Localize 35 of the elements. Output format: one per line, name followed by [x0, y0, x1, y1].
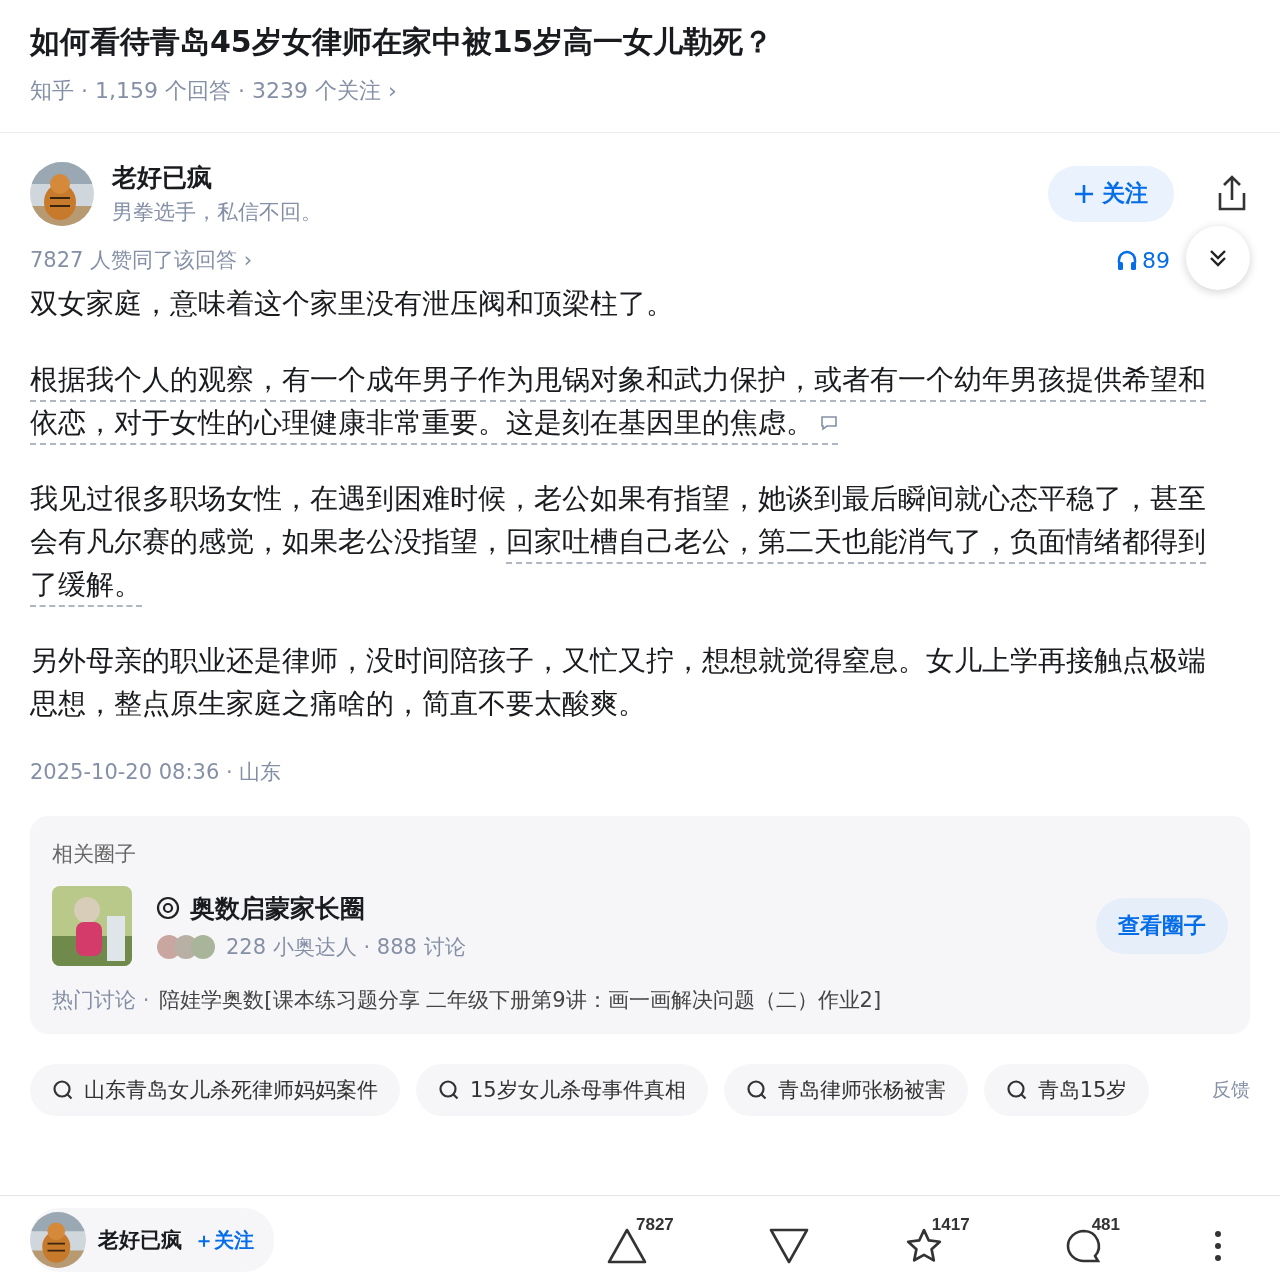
comment-icon[interactable]: [820, 414, 838, 432]
hot-label: 热门讨论 ·: [52, 987, 150, 1014]
hot-topic[interactable]: 陪娃学奥数[课本练习题分享 二年级下册第9讲：画一画解决问题（二）作业2]: [159, 986, 882, 1014]
collapse-button[interactable]: [1186, 226, 1250, 290]
headphones-icon[interactable]: [1116, 249, 1138, 271]
answer-paragraph: 另外母亲的职业还是律师，没时间陪孩子，又忙又拧，想想就觉得窒息。女儿上学再接触点极端思想，整点原生家庭之痛啥的，简直不要太酸爽。: [30, 643, 1207, 722]
search-chip[interactable]: 15岁女儿杀母事件真相: [416, 1064, 708, 1116]
author-bio: 男拳选手，私信不回。: [112, 199, 323, 226]
circle-stats: 228 小奥达人 · 888 讨论: [226, 933, 466, 961]
search-icon: [438, 1079, 460, 1101]
search-icon: [745, 1079, 768, 1101]
author-name[interactable]: 老好已疯: [112, 161, 1030, 194]
search-icon: [1005, 1079, 1028, 1101]
favorite-button[interactable]: 1417: [903, 1215, 970, 1265]
answer-paragraph: 根据我个人的观察，有一个成年男子作为甩锅对象和武力保护，或者有一个幼年男孩提供希望和依恋，对于女性的心理健康非常重要。这是刻在基因里的焦虑。: [30, 358, 1250, 444]
circle-name[interactable]: 奥数启蒙家长圈: [190, 891, 365, 925]
answer-time: 2025-10-20 08:36 · 山东: [30, 759, 283, 786]
upvote-button[interactable]: 7827: [605, 1215, 674, 1265]
search-icon: [52, 1079, 74, 1101]
view-circle-button[interactable]: 查看圈子: [1096, 898, 1228, 954]
comment-button[interactable]: 481: [1063, 1215, 1120, 1265]
author-name[interactable]: 老好已疯: [98, 1226, 182, 1254]
plus-icon: [1074, 183, 1094, 204]
follow-button[interactable]: 关注: [1048, 165, 1174, 222]
follow-link[interactable]: ＋关注: [194, 1226, 254, 1254]
answer-paragraph: 双女家庭，意味着这个家里没有泄压阀和顶梁柱了。: [30, 286, 675, 322]
author-avatar: [30, 1212, 86, 1268]
card-heading: 相关圈子: [52, 841, 137, 868]
question-title: 如何看待青岛45岁女律师在家中被15岁高一女儿勒死？: [30, 23, 775, 61]
circle-icon: [156, 896, 180, 920]
search-chip[interactable]: 青岛律师张杨被害: [723, 1064, 968, 1116]
search-chip[interactable]: 山东青岛女儿杀死律师妈妈案件: [30, 1064, 400, 1116]
answer-paragraph: 我见过很多职场女性，在遇到困难时候，老公如果有指望，她谈到最后瞬间就心态平稳了，甚至会有凡尔赛的感觉，如果老公没指望，回家吐槽自己老公，第二天也能消气了，负面情绪都得到了缓解。: [30, 477, 1250, 606]
search-chip[interactable]: 青岛15岁: [983, 1064, 1150, 1116]
listen-count: 89: [1142, 247, 1170, 273]
